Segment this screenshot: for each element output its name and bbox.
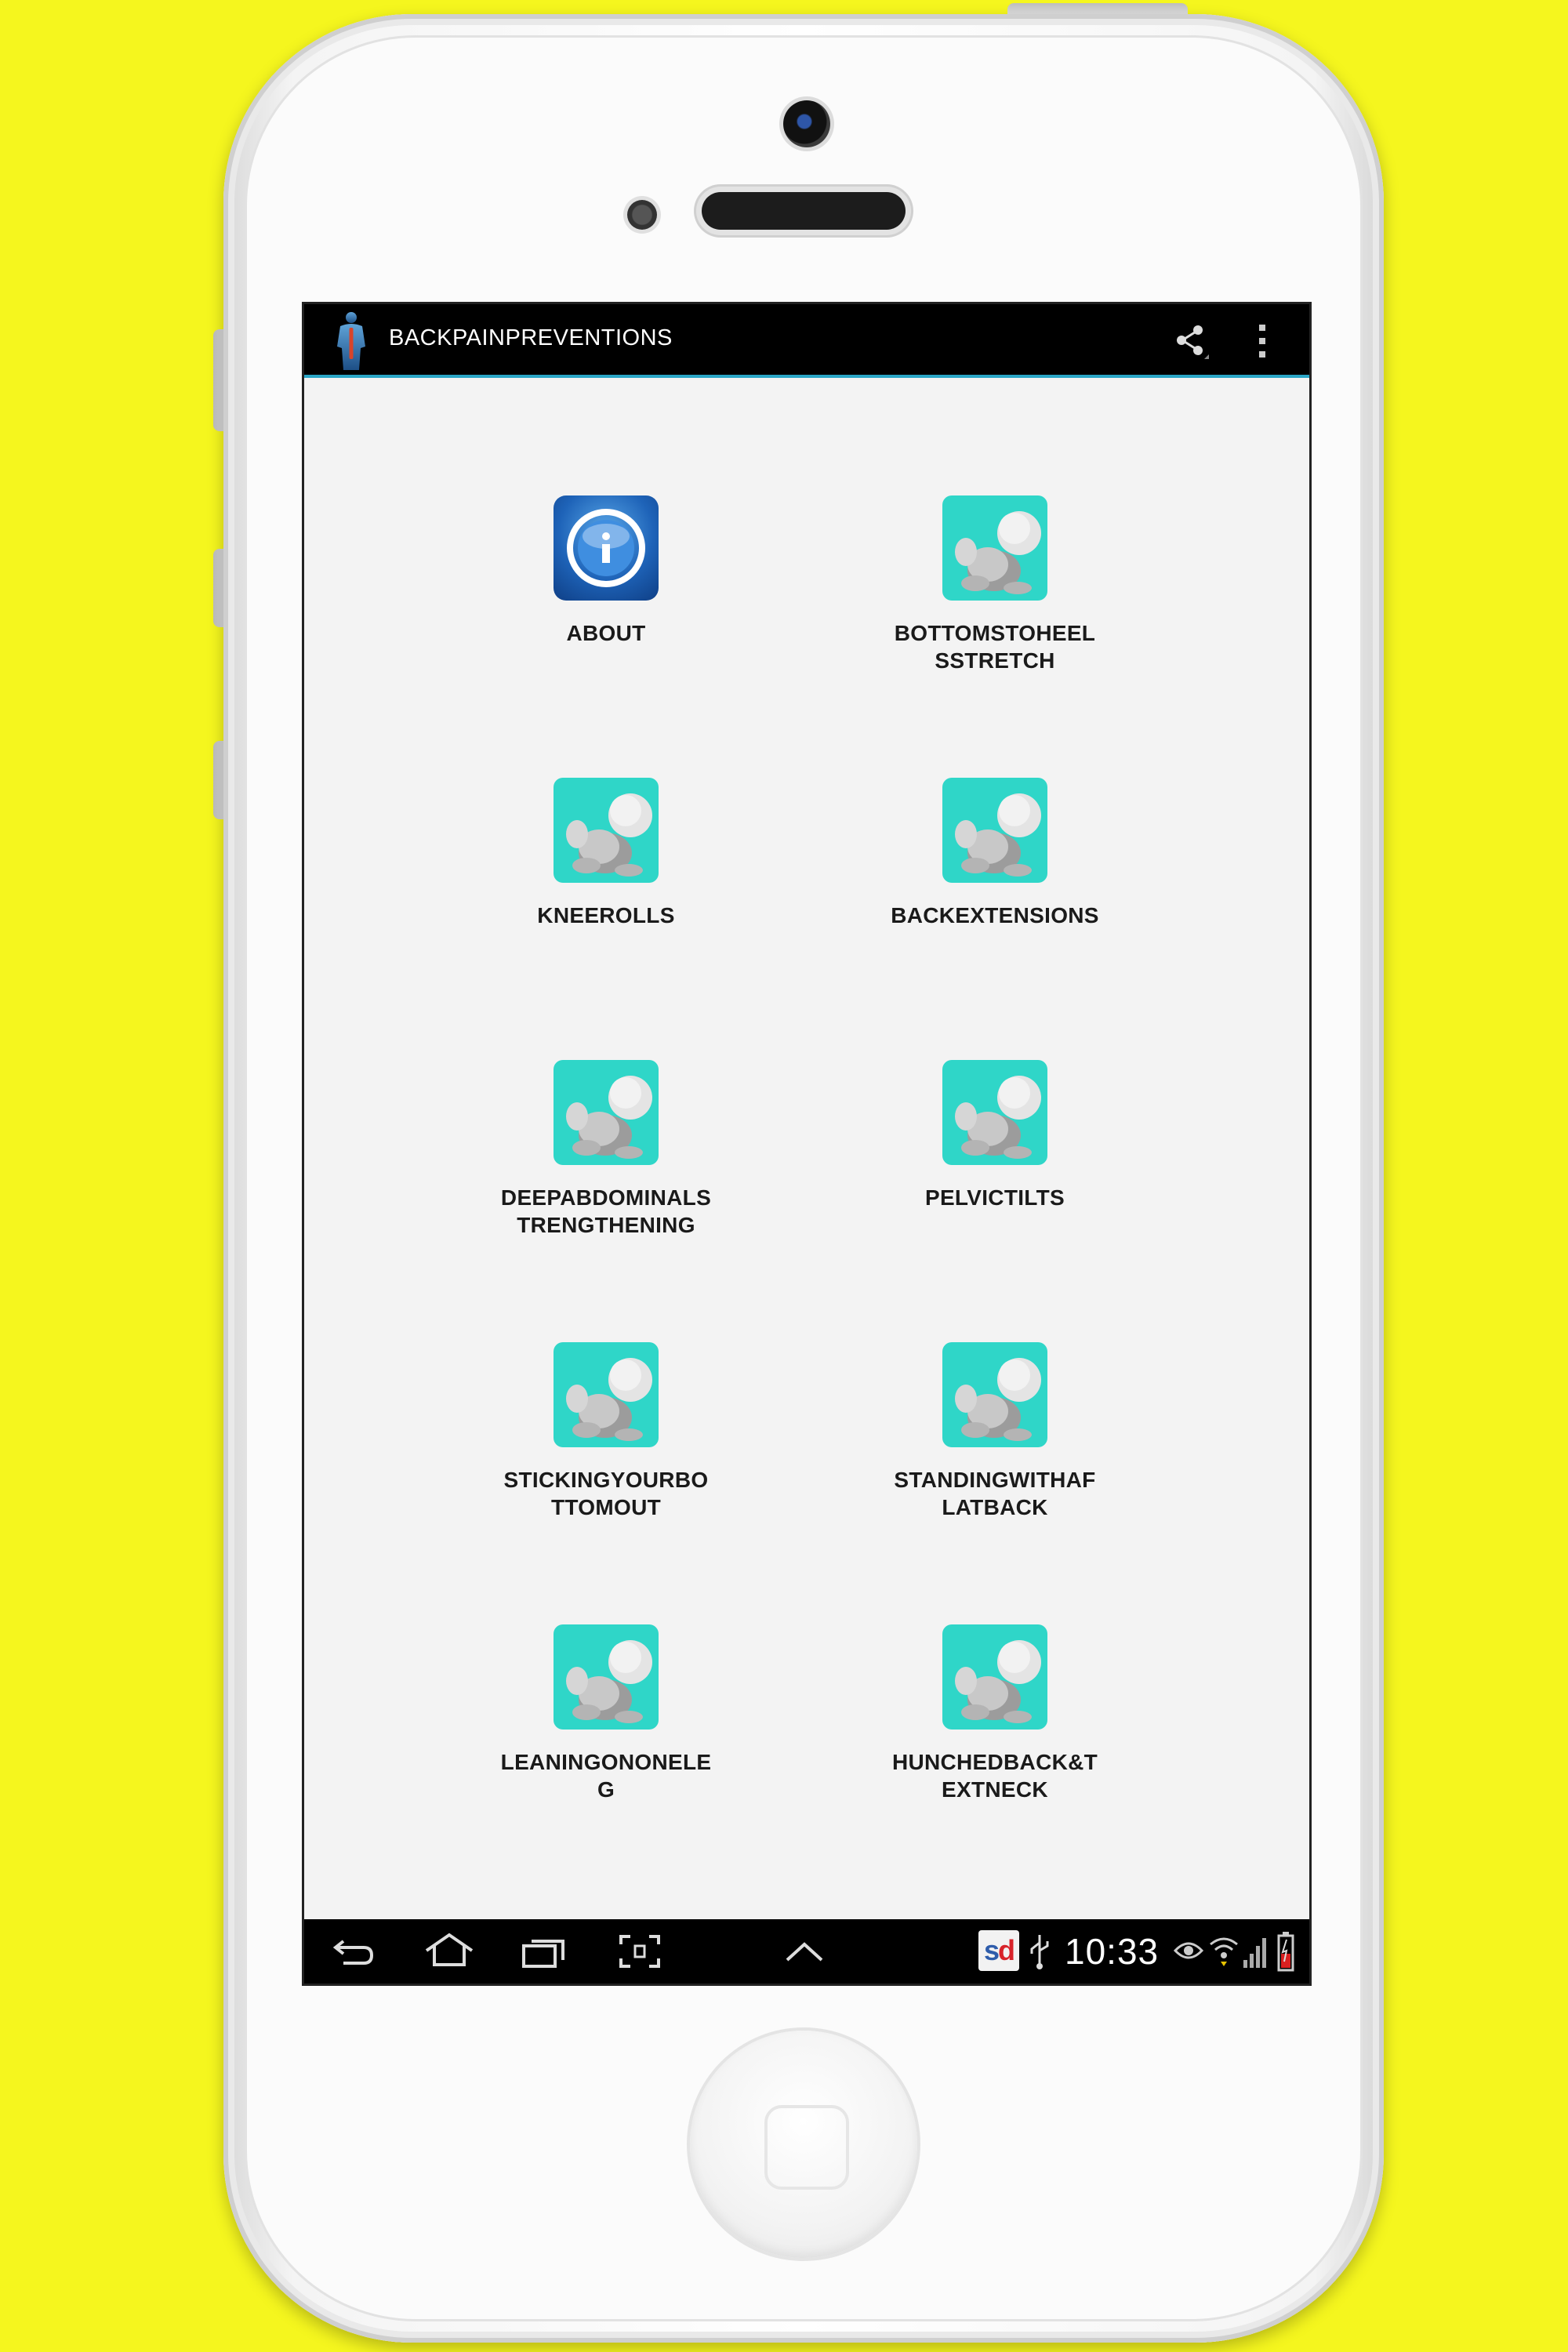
menu-item-sticking-your-bottom-out[interactable]: STICKINGYOURBO TTOMOUT: [441, 1342, 771, 1521]
earpiece-speaker: [702, 192, 906, 230]
menu-item-leaning-on-one-leg[interactable]: LEANINGONONELE G: [441, 1624, 771, 1803]
signal-icon: [1243, 1938, 1266, 1968]
overflow-menu-icon[interactable]: [1254, 323, 1270, 359]
figure-stretch-icon: [554, 1624, 659, 1730]
menu-item-hunched-back-and-text-neck[interactable]: HUNCHEDBACK&T EXTNECK: [830, 1624, 1160, 1803]
up-arrow-icon[interactable]: [782, 1938, 826, 1965]
share-icon[interactable]: [1171, 321, 1210, 361]
system-bar: sd 10:33: [304, 1919, 1309, 1984]
wifi-icon: [1210, 1937, 1238, 1966]
menu-item-pelvic-tilts[interactable]: PELVICTILTS: [830, 1060, 1160, 1211]
menu-item-label: HUNCHEDBACK&T EXTNECK: [891, 1750, 1098, 1802]
usb-icon: [1030, 1935, 1049, 1969]
eye-icon: [1173, 1942, 1204, 1959]
stage: BACKPAINPREVENTIONS ABOUT BOTTOMSTOHEEL …: [0, 0, 1568, 2352]
figure-stretch-icon: [942, 778, 1047, 883]
menu-item-bottoms-to-heels-stretch[interactable]: BOTTOMSTOHEEL SSTRETCH: [830, 495, 1160, 674]
menu-item-knee-rolls[interactable]: KNEEROLLS: [441, 778, 771, 929]
figure-stretch-icon: [942, 1624, 1047, 1730]
menu-item-label: STANDINGWITHAF LATBACK: [894, 1468, 1096, 1519]
menu-item-label: KNEEROLLS: [537, 903, 675, 927]
menu-item-standing-with-a-flat-back[interactable]: STANDINGWITHAF LATBACK: [830, 1342, 1160, 1521]
figure-stretch-icon: [942, 1060, 1047, 1165]
info-icon: [554, 495, 659, 601]
front-camera: [783, 100, 830, 147]
spine-app-icon[interactable]: [332, 310, 370, 370]
home-icon[interactable]: [423, 1932, 475, 1969]
menu-item-label: DEEPABDOMINALS TRENGTHENING: [500, 1185, 712, 1237]
menu-item-about[interactable]: ABOUT: [441, 495, 771, 647]
menu-item-label: STICKINGYOURBO TTOMOUT: [503, 1468, 709, 1519]
figure-stretch-icon: [554, 1342, 659, 1447]
exercise-grid: ABOUT BOTTOMSTOHEEL SSTRETCH KNEEROLLS B…: [304, 378, 1309, 1915]
action-bar: BACKPAINPREVENTIONS: [304, 304, 1309, 378]
sd-app-badge: sd: [978, 1930, 1019, 1971]
figure-stretch-icon: [942, 495, 1047, 601]
figure-stretch-icon: [554, 778, 659, 883]
menu-item-label: LEANINGONONELE G: [500, 1750, 712, 1802]
figure-stretch-icon: [942, 1342, 1047, 1447]
hardware-home-button: [690, 2031, 917, 2258]
status-clock: 10:33: [1065, 1931, 1160, 1972]
recent-apps-icon[interactable]: [521, 1933, 568, 1969]
menu-item-label: BACKEXTENSIONS: [891, 903, 1099, 927]
back-icon[interactable]: [332, 1933, 376, 1969]
menu-item-label: ABOUT: [566, 621, 646, 645]
menu-item-back-extensions[interactable]: BACKEXTENSIONS: [830, 778, 1160, 929]
app-title: BACKPAINPREVENTIONS: [389, 325, 673, 350]
menu-item-label: PELVICTILTS: [924, 1185, 1065, 1210]
screenshot-icon[interactable]: [618, 1933, 662, 1969]
menu-item-deep-abdominal-strengthening[interactable]: DEEPABDOMINALS TRENGTHENING: [441, 1060, 771, 1239]
figure-stretch-icon: [554, 1060, 659, 1165]
app-screen: BACKPAINPREVENTIONS ABOUT BOTTOMSTOHEEL …: [304, 304, 1309, 1984]
battery-icon: [1277, 1932, 1294, 1972]
proximity-sensor: [627, 200, 657, 230]
menu-item-label: BOTTOMSTOHEEL SSTRETCH: [894, 621, 1096, 673]
